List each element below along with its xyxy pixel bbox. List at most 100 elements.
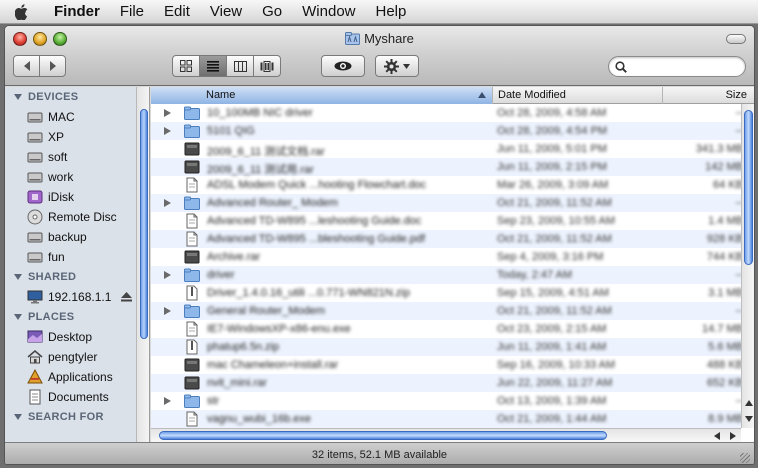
scroll-down-arrow-icon[interactable] (745, 416, 753, 422)
list-view-button[interactable] (199, 55, 227, 77)
file-row[interactable]: 5101 QIG Oct 28, 2009, 4:54 PM -- (151, 122, 741, 140)
resize-grip-icon[interactable] (740, 453, 750, 463)
file-date-modified: Oct 21, 2009, 11:52 AM (497, 197, 612, 209)
file-row[interactable]: nvit_mini.rar Jun 22, 2009, 11:27 AM 652 K… (151, 374, 741, 392)
file-row[interactable]: 2009_6_11 测试文档.rar Jun 11, 2009, 5:01 PM 3… (151, 140, 741, 158)
sidebar-section-search-for[interactable]: SEARCH FOR (5, 407, 149, 427)
file-row[interactable]: mac Chameleon+install.rar Sep 16, 2009, 1… (151, 356, 741, 374)
disclosure-triangle-icon (14, 274, 22, 280)
sidebar-scroll-thumb[interactable] (140, 109, 148, 339)
eject-icon[interactable] (121, 292, 133, 302)
date-modified-column-header[interactable]: Date Modified (493, 87, 663, 104)
vertical-scrollbar[interactable] (741, 104, 754, 428)
scroll-right-arrow-icon[interactable] (730, 432, 736, 440)
action-menu-button[interactable] (375, 55, 419, 77)
sidebar-item-backup[interactable]: backup (5, 227, 149, 247)
disclosure-triangle-icon (14, 94, 22, 100)
toolbar-toggle-button[interactable] (726, 34, 746, 44)
sidebar-item-applications[interactable]: Applications (5, 367, 149, 387)
file-row[interactable]: Advanced TD-W895 ...bleshooting Guide.pd… (151, 230, 741, 248)
file-row[interactable]: Advanced TD-W895 ...leshooting Guide.doc… (151, 212, 741, 230)
menu-view[interactable]: View (200, 0, 252, 24)
list-view-icon (207, 60, 219, 72)
menu-go[interactable]: Go (252, 0, 292, 24)
sidebar-item-xp[interactable]: XP (5, 127, 149, 147)
sidebar-item-remote-disc[interactable]: Remote Disc (5, 207, 149, 227)
file-name: Advanced TD-W895 ...leshooting Guide.doc (207, 215, 422, 227)
forward-button[interactable] (39, 55, 66, 77)
search-input[interactable] (631, 59, 741, 74)
disclosure-triangle-icon[interactable] (164, 397, 171, 405)
apple-icon[interactable] (0, 3, 44, 20)
menu-finder[interactable]: Finder (44, 0, 110, 24)
file-row[interactable]: Archive.rar Sep 4, 2009, 3:16 PM 744 KB (151, 248, 741, 266)
sidebar-section-shared[interactable]: SHARED (5, 267, 149, 287)
sidebar-item-mac[interactable]: MAC (5, 107, 149, 127)
sidebar-item-work[interactable]: work (5, 167, 149, 187)
sidebar-item-label: MAC (48, 110, 75, 124)
sidebar-scrollbar[interactable] (136, 87, 149, 442)
icon-view-button[interactable] (172, 55, 200, 77)
window-title-text: Myshare (364, 31, 414, 46)
file-size: 928 KB (706, 233, 741, 245)
file-name: 5101 QIG (207, 125, 255, 137)
file-date-modified: Oct 13, 2009, 1:39 AM (497, 395, 607, 407)
archive-icon (184, 141, 200, 157)
sidebar-item-idisk[interactable]: iDisk (5, 187, 149, 207)
document-icon (184, 177, 200, 193)
disclosure-triangle-icon (14, 414, 22, 420)
menu-file[interactable]: File (110, 0, 154, 24)
scroll-left-arrow-icon[interactable] (714, 432, 720, 440)
hard-drive-icon (27, 152, 43, 163)
sidebar-item-fun[interactable]: fun (5, 247, 149, 267)
file-row[interactable]: Advanced Router_ Modem Oct 21, 2009, 11:5… (151, 194, 741, 212)
file-row[interactable]: IE7-WindowsXP-x86-enu.exe Oct 23, 2009, 2… (151, 320, 741, 338)
sidebar-item-home[interactable]: pengtyler (5, 347, 149, 367)
sidebar-item-label: Remote Disc (48, 210, 117, 224)
name-column-header[interactable]: Name (151, 87, 493, 104)
back-button[interactable] (13, 55, 40, 77)
home-icon (27, 350, 43, 364)
sidebar-section-places[interactable]: PLACES (5, 307, 149, 327)
file-date-modified: Oct 21, 2009, 1:44 AM (497, 413, 607, 425)
horizontal-scroll-thumb[interactable] (159, 431, 607, 440)
disclosure-triangle-icon[interactable] (164, 199, 171, 207)
file-row[interactable]: str Oct 13, 2009, 1:39 AM -- (151, 392, 741, 410)
file-row[interactable]: phatup6.5n.zip Jun 11, 2009, 1:41 AM 5.6 M… (151, 338, 741, 356)
disclosure-triangle-icon[interactable] (164, 307, 171, 315)
finder-window: Myshare DEVICES MAC XP soft work iDisk R… (4, 25, 755, 465)
sidebar-item-network-host[interactable]: 192.168.1.1 (5, 287, 149, 307)
quick-look-button[interactable] (321, 55, 365, 77)
vertical-scroll-thumb[interactable] (744, 110, 753, 265)
file-row[interactable]: vagnu_wubi_16b.exe Oct 21, 2009, 1:44 AM 8… (151, 410, 741, 428)
hard-drive-icon (27, 172, 43, 183)
menu-edit[interactable]: Edit (154, 0, 200, 24)
search-icon (615, 61, 627, 73)
section-title: SEARCH FOR (28, 411, 104, 423)
file-row[interactable]: ADSL Modem Quick ...hooting Flowchart.do… (151, 176, 741, 194)
cover-flow-button[interactable] (253, 55, 281, 77)
file-row[interactable]: 10_100MB NIC driver Oct 28, 2009, 4:58 AM… (151, 104, 741, 122)
menu-window[interactable]: Window (292, 0, 365, 24)
file-size: 341.3 MB (695, 143, 741, 155)
file-row[interactable]: Driver_1.4.0.16_utili ...0.771-WN821N.zi… (151, 284, 741, 302)
scroll-up-arrow-icon[interactable] (745, 400, 753, 406)
file-row[interactable]: General Router_Modem Oct 21, 2009, 11:52 … (151, 302, 741, 320)
menu-help[interactable]: Help (366, 0, 417, 24)
sidebar-item-desktop[interactable]: Desktop (5, 327, 149, 347)
disclosure-triangle-icon[interactable] (164, 271, 171, 279)
disclosure-triangle-icon[interactable] (164, 127, 171, 135)
search-field[interactable] (608, 56, 746, 77)
archive-icon (184, 159, 200, 175)
disclosure-triangle-icon[interactable] (164, 109, 171, 117)
sidebar-section-devices[interactable]: DEVICES (5, 87, 149, 107)
section-title: SHARED (28, 271, 77, 283)
size-column-header[interactable]: Size (663, 87, 754, 104)
horizontal-scrollbar[interactable] (151, 428, 741, 442)
file-date-modified: Jun 22, 2009, 11:27 AM (497, 377, 613, 389)
sidebar-item-soft[interactable]: soft (5, 147, 149, 167)
column-view-button[interactable] (226, 55, 254, 77)
sidebar-item-documents[interactable]: Documents (5, 387, 149, 407)
file-row[interactable]: driver Today, 2:47 AM -- (151, 266, 741, 284)
file-row[interactable]: 2009_6_11 测试用.rar Jun 11, 2009, 2:15 PM 14… (151, 158, 741, 176)
